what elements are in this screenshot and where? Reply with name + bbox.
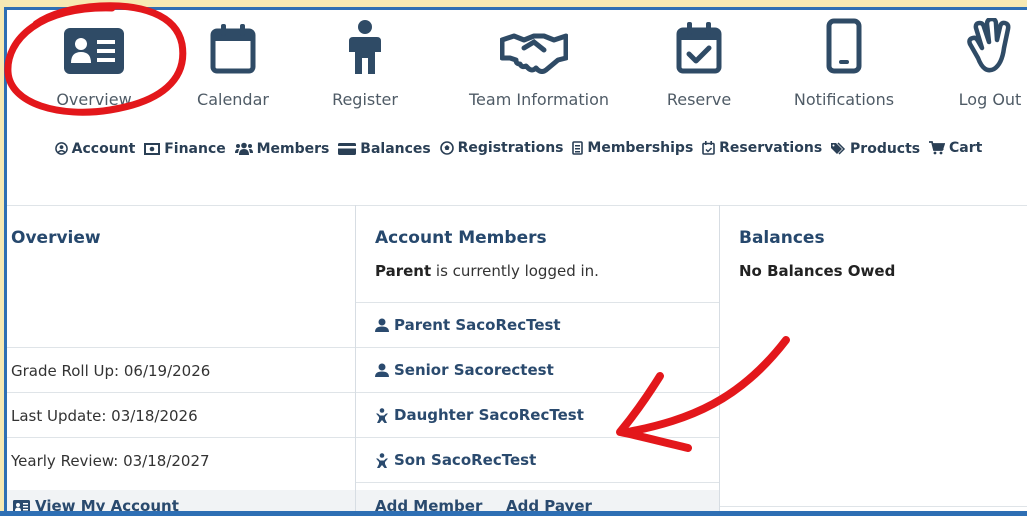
app-frame: Overview Calendar Register Team Informat… bbox=[4, 7, 1027, 516]
yearly-review: Yearly Review: 03/18/2027 bbox=[11, 452, 210, 470]
handshake-icon bbox=[500, 33, 568, 74]
sub-navigation: Account Finance Members Balances Registr… bbox=[7, 140, 1027, 159]
subnav-registrations[interactable]: Registrations bbox=[439, 140, 564, 156]
subnav-label: Account bbox=[71, 140, 136, 157]
nav-reserve[interactable]: Reserve bbox=[634, 16, 764, 109]
user-icon bbox=[375, 318, 389, 332]
mobile-phone-icon bbox=[826, 18, 862, 74]
logged-in-suffix: is currently logged in. bbox=[431, 262, 599, 280]
frame-bottom-border bbox=[0, 511, 1027, 516]
nav-overview[interactable]: Overview bbox=[29, 16, 159, 109]
nav-label: Register bbox=[332, 90, 398, 109]
users-icon bbox=[234, 142, 253, 155]
child-icon bbox=[376, 452, 388, 468]
balances-status: No Balances Owed bbox=[739, 262, 896, 280]
child-icon bbox=[376, 407, 388, 423]
row-divider bbox=[720, 506, 1027, 507]
row-divider bbox=[356, 302, 719, 303]
logged-in-status: Parent is currently logged in. bbox=[375, 262, 599, 280]
subnav-memberships[interactable]: Memberships bbox=[572, 140, 693, 156]
member-daughter[interactable]: Daughter SacoRecTest bbox=[375, 406, 584, 424]
tags-icon bbox=[831, 142, 846, 155]
subnav-label: Balances bbox=[360, 141, 431, 157]
member-parent[interactable]: Parent SacoRecTest bbox=[375, 316, 561, 334]
row-divider bbox=[356, 392, 719, 393]
money-bill-icon bbox=[144, 143, 161, 155]
row-divider bbox=[7, 347, 355, 348]
subnav-account[interactable]: Account bbox=[54, 140, 136, 157]
subnav-members[interactable]: Members bbox=[234, 140, 330, 157]
user-circle-icon bbox=[54, 142, 68, 155]
subnav-finance[interactable]: Finance bbox=[144, 141, 226, 157]
member-name: Parent SacoRecTest bbox=[394, 316, 561, 334]
nav-label: Team Information bbox=[469, 90, 609, 109]
row-divider bbox=[356, 347, 719, 348]
nav-calendar[interactable]: Calendar bbox=[168, 16, 298, 109]
nav-label: Notifications bbox=[793, 90, 895, 109]
nav-label: Overview bbox=[56, 90, 132, 109]
subnav-label: Cart bbox=[949, 140, 983, 156]
subnav-cart[interactable]: Cart bbox=[929, 140, 982, 156]
nav-team-information[interactable]: Team Information bbox=[469, 16, 609, 109]
member-senior[interactable]: Senior Sacorectest bbox=[375, 361, 554, 379]
row-divider bbox=[356, 482, 719, 483]
row-divider bbox=[7, 437, 355, 438]
top-navigation: Overview Calendar Register Team Informat… bbox=[7, 10, 1027, 135]
user-icon bbox=[375, 363, 389, 377]
member-son[interactable]: Son SacoRecTest bbox=[375, 451, 536, 469]
nav-label: Log Out bbox=[958, 90, 1022, 109]
grade-roll-up: Grade Roll Up: 06/19/2026 bbox=[11, 362, 211, 380]
subnav-label: Finance bbox=[164, 141, 226, 157]
waving-hand-icon bbox=[967, 18, 1011, 73]
subnav-balances[interactable]: Balances bbox=[338, 141, 431, 157]
shopping-cart-icon bbox=[929, 141, 946, 155]
subnav-label: Reservations bbox=[719, 140, 823, 156]
subnav-label: Registrations bbox=[457, 140, 564, 156]
person-icon bbox=[349, 20, 381, 74]
balances-title: Balances bbox=[739, 228, 825, 248]
nav-label: Calendar bbox=[197, 90, 269, 109]
subnav-reservations[interactable]: Reservations bbox=[702, 140, 822, 156]
member-name: Senior Sacorectest bbox=[394, 361, 554, 379]
calendar-icon bbox=[210, 24, 256, 74]
nav-label: Reserve bbox=[666, 90, 732, 109]
calendar-check-icon bbox=[676, 22, 722, 74]
account-members-title: Account Members bbox=[375, 228, 547, 248]
overview-title: Overview bbox=[11, 228, 101, 248]
last-update: Last Update: 03/18/2026 bbox=[11, 407, 198, 425]
nav-register[interactable]: Register bbox=[300, 16, 430, 109]
calendar-check-icon bbox=[702, 141, 715, 155]
column-divider bbox=[355, 205, 356, 516]
member-name: Daughter SacoRecTest bbox=[394, 406, 584, 424]
subnav-label: Members bbox=[256, 140, 330, 157]
id-card-icon bbox=[64, 28, 124, 74]
credit-card-icon bbox=[338, 143, 357, 155]
member-name: Son SacoRecTest bbox=[394, 451, 537, 469]
nav-notifications[interactable]: Notifications bbox=[779, 16, 909, 109]
column-divider bbox=[719, 205, 720, 516]
subnav-label: Memberships bbox=[587, 140, 694, 156]
logged-in-name: Parent bbox=[375, 262, 432, 280]
nav-log-out[interactable]: Log Out bbox=[925, 16, 1027, 109]
futbol-icon bbox=[439, 141, 454, 155]
row-divider bbox=[356, 437, 719, 438]
id-badge-icon bbox=[572, 141, 584, 155]
content-top-divider bbox=[7, 205, 1027, 206]
row-divider bbox=[7, 392, 355, 393]
subnav-products[interactable]: Products bbox=[831, 141, 920, 157]
subnav-label: Products bbox=[850, 140, 921, 157]
